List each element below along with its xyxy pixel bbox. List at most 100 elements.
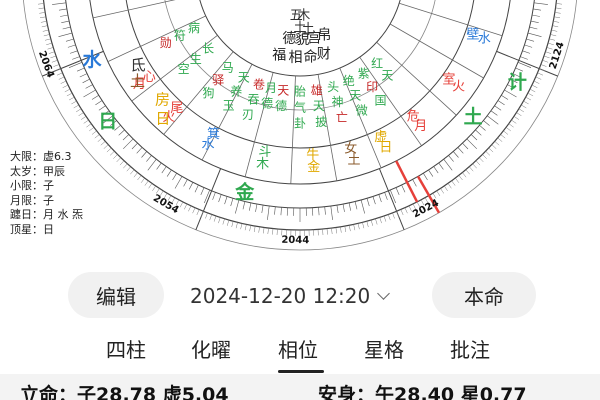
tick-mark bbox=[226, 219, 230, 226]
tick-mark bbox=[192, 207, 196, 214]
tick-mark bbox=[556, 3, 563, 5]
tick-mark bbox=[551, 29, 558, 32]
tick-mark bbox=[89, 127, 95, 132]
aux-star: 玉 bbox=[223, 99, 235, 113]
year-label: 2064 bbox=[36, 50, 56, 80]
toolbar: 编辑 2024-12-20 12:20 本命 bbox=[0, 268, 600, 324]
tab-xiangwei[interactable]: 相位 bbox=[278, 334, 318, 363]
info-yuexian: 月限：子 bbox=[10, 193, 54, 207]
aux-star: 空 bbox=[178, 62, 190, 76]
tick-mark bbox=[58, 76, 65, 80]
aux-star: 养 bbox=[230, 84, 242, 99]
tick-mark bbox=[331, 228, 333, 235]
tick-mark bbox=[490, 110, 498, 116]
tick-mark bbox=[336, 205, 339, 214]
tick-mark bbox=[50, 55, 57, 59]
tick-mark bbox=[508, 123, 514, 128]
tick-mark bbox=[97, 137, 103, 142]
aux-star: 月 bbox=[265, 81, 277, 95]
tick-mark bbox=[444, 185, 448, 192]
house-name: 相 bbox=[289, 50, 303, 66]
aux-star: 刃 bbox=[242, 107, 254, 121]
tick-mark bbox=[60, 80, 67, 84]
tick-mark bbox=[141, 151, 147, 158]
tick-mark bbox=[61, 20, 70, 23]
tick-mark bbox=[267, 205, 270, 220]
tick-mark bbox=[98, 105, 106, 111]
aux-star: 生 bbox=[190, 52, 202, 66]
info-panel: 大限：虚6.3 太岁：甲辰 小限：子 月限：子 躔日：月 水 炁 顶星：日 bbox=[10, 150, 83, 237]
aux-star: 德 bbox=[275, 98, 287, 113]
tick-mark bbox=[522, 50, 531, 54]
tick-mark bbox=[438, 162, 444, 170]
tick-mark bbox=[475, 129, 482, 136]
tick-mark bbox=[137, 175, 142, 181]
tick-mark bbox=[122, 134, 130, 141]
tick-mark bbox=[209, 214, 213, 221]
tick-mark bbox=[455, 177, 460, 183]
tick-mark bbox=[48, 51, 55, 54]
tick-mark bbox=[453, 151, 459, 158]
tick-mark bbox=[529, 26, 538, 30]
tick-mark bbox=[428, 169, 434, 177]
chart-wheel[interactable]: 20642054204420242124水土计日金月心火尾水箕木斗金牛 土女 日虚月… bbox=[0, 0, 600, 262]
datetime-picker[interactable]: 2024-12-20 12:20 bbox=[190, 284, 391, 308]
aux-star: 绝 bbox=[343, 73, 355, 88]
tick-mark bbox=[511, 119, 517, 124]
info-taisui: 太岁：甲辰 bbox=[10, 164, 65, 178]
tick-mark bbox=[172, 173, 177, 181]
tick-mark bbox=[91, 95, 99, 100]
tick-mark bbox=[240, 223, 243, 230]
tick-mark bbox=[53, 64, 60, 67]
tick-mark bbox=[123, 163, 128, 169]
tick-mark bbox=[531, 14, 540, 17]
tick-mark bbox=[550, 34, 557, 37]
astrology-chart[interactable]: 2064 2054 2044 2024 2124 水土计日金月心火尾水箕木斗金牛土女日虚月… bbox=[0, 0, 600, 262]
tick-mark bbox=[136, 147, 143, 154]
tick-mark bbox=[272, 228, 274, 235]
tick-mark bbox=[458, 175, 463, 181]
aux-star: 吞 bbox=[247, 92, 259, 106]
tick-mark bbox=[447, 183, 452, 189]
tab-sizhu[interactable]: 四柱 bbox=[106, 334, 146, 363]
tick-mark bbox=[106, 147, 112, 153]
tick-mark bbox=[520, 56, 528, 60]
tab-pizhu[interactable]: 批注 bbox=[450, 334, 490, 363]
tick-mark bbox=[384, 192, 388, 200]
house-name: 财 bbox=[317, 47, 331, 63]
aux-star: 国 bbox=[374, 93, 386, 107]
tick-mark bbox=[200, 211, 204, 217]
tick-mark bbox=[457, 147, 464, 154]
info-chanri: 躔日：月 水 炁 bbox=[10, 208, 83, 221]
tick-mark bbox=[469, 166, 474, 172]
info-dingxing: 顶星：日 bbox=[10, 222, 54, 236]
natal-chart-button[interactable]: 本命 bbox=[432, 272, 536, 318]
tick-mark bbox=[342, 203, 345, 212]
tick-mark bbox=[79, 73, 88, 78]
tab-huayao[interactable]: 化曜 bbox=[191, 334, 231, 363]
tick-mark bbox=[218, 194, 222, 203]
tick-mark bbox=[118, 129, 125, 136]
edit-button[interactable]: 编辑 bbox=[68, 272, 164, 318]
tab-xingge[interactable]: 星格 bbox=[364, 334, 404, 363]
aux-star: 神 bbox=[331, 95, 343, 109]
star-label: 土 bbox=[302, 22, 315, 37]
aux-star: 卷 bbox=[253, 76, 265, 91]
tick-mark bbox=[188, 205, 192, 212]
tick-mark bbox=[318, 207, 320, 216]
tick-mark bbox=[133, 172, 138, 178]
tick-mark bbox=[113, 154, 118, 159]
tick-mark bbox=[423, 173, 428, 181]
tick-mark bbox=[324, 206, 326, 215]
tick-mark bbox=[494, 141, 500, 146]
tick-mark bbox=[60, 14, 69, 17]
tick-mark bbox=[43, 34, 50, 37]
aux-star: 德 bbox=[261, 96, 273, 111]
outer-label: 土 bbox=[130, 72, 145, 90]
tick-mark bbox=[213, 215, 217, 222]
tick-mark bbox=[344, 226, 347, 233]
tick-mark bbox=[542, 59, 549, 63]
tick-mark bbox=[503, 130, 509, 135]
tick-mark bbox=[366, 221, 369, 228]
tick-mark bbox=[340, 226, 342, 233]
